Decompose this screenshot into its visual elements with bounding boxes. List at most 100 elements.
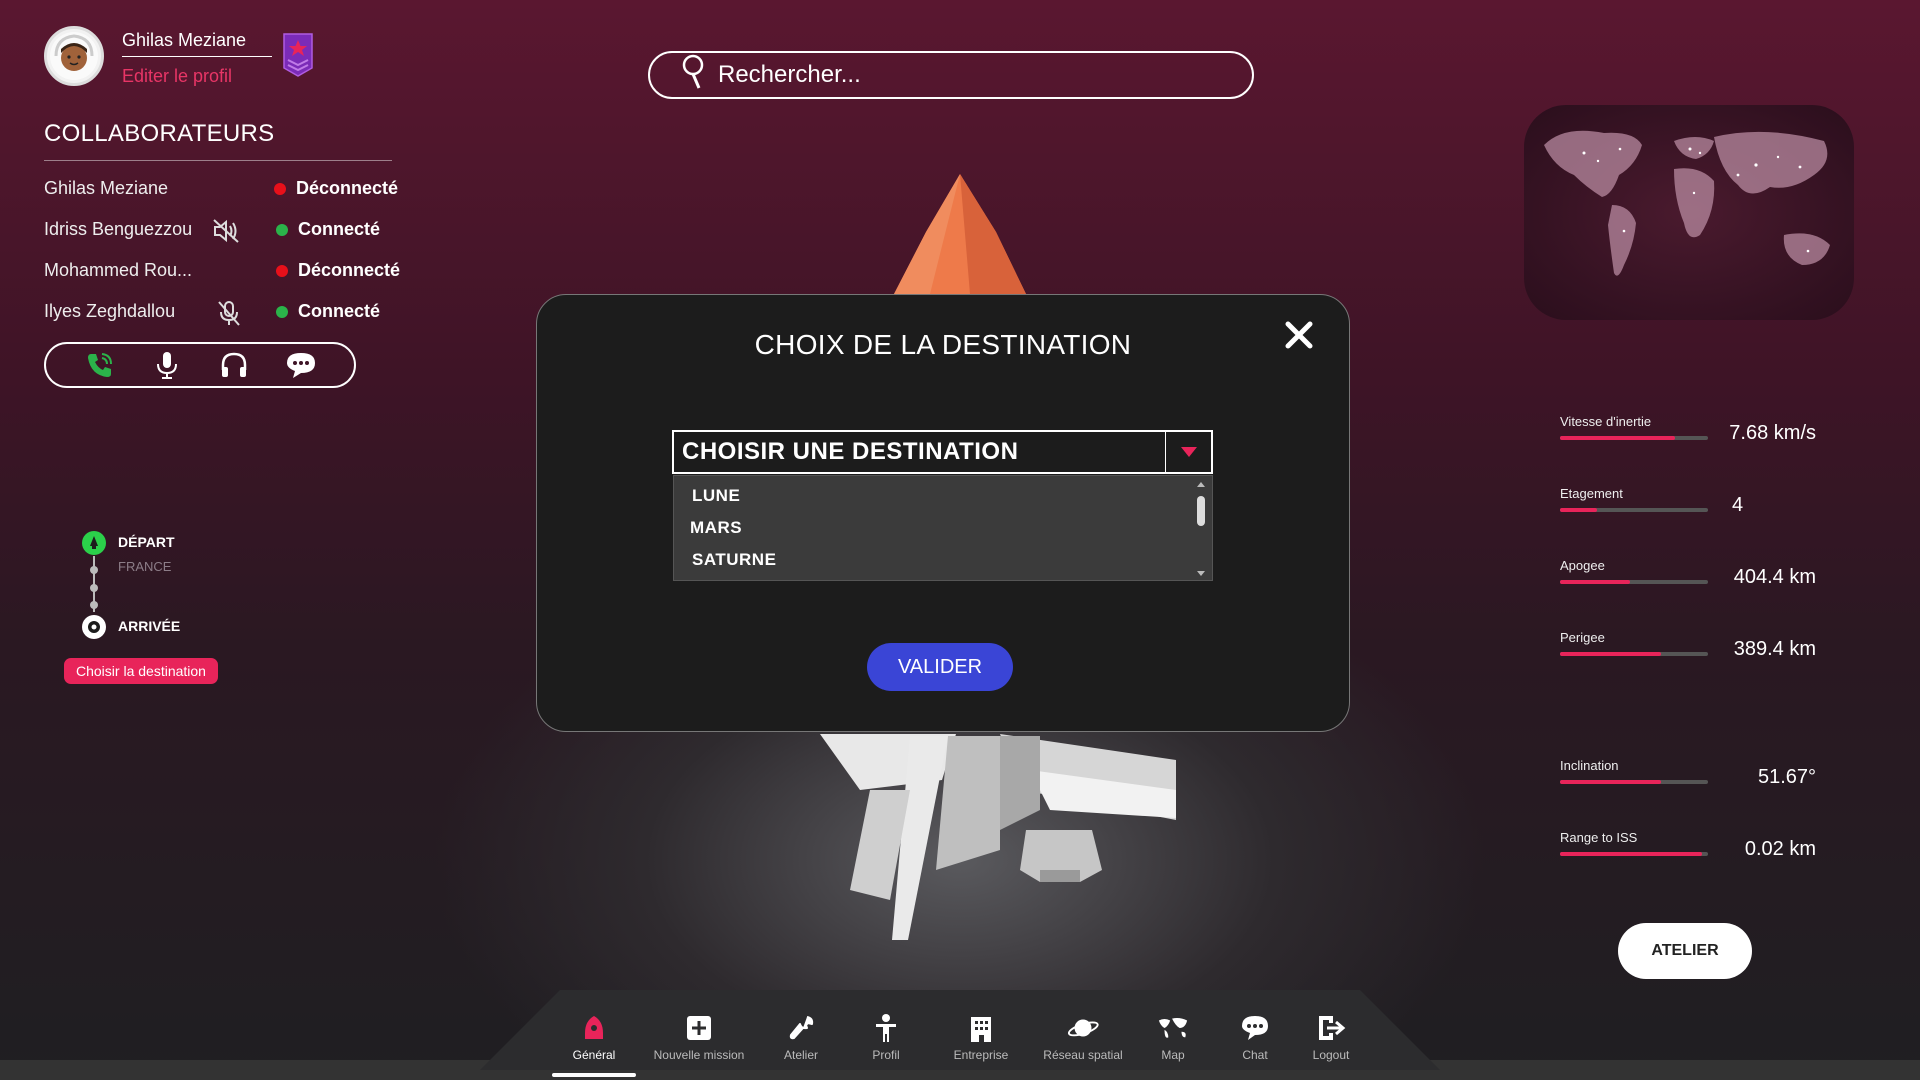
status-text: Déconnecté xyxy=(298,260,401,280)
nav-label: Nouvelle mission xyxy=(653,1048,745,1062)
validate-button[interactable]: VALIDER xyxy=(867,643,1013,691)
nav-label: Entreprise xyxy=(953,1048,1009,1062)
nav-profil[interactable]: Profil xyxy=(836,1012,936,1062)
nav-label: Map xyxy=(1161,1048,1185,1062)
search-bar[interactable]: Rechercher... xyxy=(648,51,1254,99)
status-badge: Connecté xyxy=(276,219,380,240)
chevron-down-icon[interactable] xyxy=(1165,432,1211,472)
arrival-label: ARRIVÉE xyxy=(118,618,181,634)
route-waypoint xyxy=(90,566,98,574)
route-waypoint xyxy=(90,601,98,609)
plus-square-icon xyxy=(683,1012,715,1044)
map-icon xyxy=(1157,1012,1189,1044)
call-controls xyxy=(44,342,356,388)
status-badge: Déconnecté xyxy=(274,178,398,199)
collaborator-name: Mohammed Rou... xyxy=(44,260,193,280)
stat-label: Etagement xyxy=(1560,486,1623,501)
stat-label: Range to ISS xyxy=(1560,830,1638,845)
collaborator-name: Ghilas Meziane xyxy=(44,178,169,198)
nav-label: Atelier xyxy=(783,1048,818,1062)
stat-value: 404.4 km xyxy=(1733,566,1816,588)
destination-select[interactable]: CHOISIR UNE DESTINATION xyxy=(672,430,1213,474)
edit-profile-link[interactable]: Editer le profil xyxy=(122,66,232,87)
nav-label: Réseau spatial xyxy=(1043,1048,1123,1062)
logout-icon xyxy=(1315,1012,1347,1044)
stat-range-iss: Range to ISS 0.02 km xyxy=(1560,830,1840,878)
nav-label: Général xyxy=(572,1048,616,1062)
atelier-button[interactable]: ATELIER xyxy=(1618,923,1752,979)
stat-bar xyxy=(1560,780,1708,784)
option-lune[interactable]: LUNE xyxy=(692,486,740,506)
arrival-icon xyxy=(82,615,106,639)
stat-value: 4 xyxy=(1732,494,1744,516)
wrench-icon xyxy=(785,1012,817,1044)
nav-logout[interactable]: Logout xyxy=(1281,1012,1381,1062)
stat-apogee: Apogee 404.4 km xyxy=(1560,558,1840,606)
collaborator-row[interactable]: Ghilas Meziane Déconnecté xyxy=(44,178,404,204)
search-input[interactable]: Rechercher... xyxy=(718,61,861,89)
collaborator-name: Ilyes Zeghdallou xyxy=(44,301,176,321)
rank-badge-icon xyxy=(282,32,314,78)
search-icon xyxy=(680,53,706,98)
collaborator-row[interactable]: Mohammed Rou... Déconnecté xyxy=(44,260,404,286)
status-text: Connecté xyxy=(298,219,381,239)
stat-etagement: Etagement 4 xyxy=(1560,486,1840,534)
destination-options: LUNE MARS SATURNE xyxy=(673,475,1213,581)
offline-dot-icon xyxy=(274,182,286,195)
stat-vitesse: Vitesse d'inertie 7.68 km/s xyxy=(1560,414,1840,462)
stat-value: 0.02 km xyxy=(1744,838,1816,860)
stat-inclination: Inclination 51.67° xyxy=(1560,758,1840,806)
nav-label: Profil xyxy=(872,1048,900,1062)
building-icon xyxy=(965,1012,997,1044)
status-text: Connecté xyxy=(298,301,381,321)
collaborator-row[interactable]: Ilyes Zeghdallou Connecté xyxy=(44,301,404,327)
collaborator-name: Idriss Benguezzou xyxy=(44,219,193,239)
profile-name: Ghilas Meziane xyxy=(122,30,272,57)
select-value: CHOISIR UNE DESTINATION xyxy=(682,438,1019,465)
microphone-icon[interactable] xyxy=(151,349,183,381)
stat-bar xyxy=(1560,580,1708,584)
close-icon[interactable] xyxy=(1277,313,1321,357)
nav-reseau-spatial[interactable]: Réseau spatial xyxy=(1033,1012,1133,1062)
option-mars[interactable]: MARS xyxy=(690,518,742,538)
departure-icon xyxy=(82,531,106,555)
scrollbar[interactable] xyxy=(1194,480,1208,578)
stat-bar xyxy=(1560,508,1708,512)
stat-label: Perigee xyxy=(1560,630,1605,645)
nav-entreprise[interactable]: Entreprise xyxy=(931,1012,1031,1062)
world-map[interactable] xyxy=(1524,105,1854,320)
option-saturne[interactable]: SATURNE xyxy=(692,550,776,570)
chat-bubble-icon[interactable] xyxy=(285,349,317,381)
nav-new-mission[interactable]: Nouvelle mission xyxy=(649,1012,749,1062)
planet-icon xyxy=(1067,1012,1099,1044)
stat-label: Vitesse d'inertie xyxy=(1560,414,1652,429)
stat-bar xyxy=(1560,436,1708,440)
online-dot-icon xyxy=(276,305,288,318)
stat-value: 51.67° xyxy=(1757,766,1816,788)
mic-muted-icon[interactable] xyxy=(214,299,244,327)
active-tab-indicator xyxy=(552,1073,636,1077)
collaborator-row[interactable]: Idriss Benguezzou Connecté xyxy=(44,219,404,245)
status-badge: Déconnecté xyxy=(276,260,400,281)
stat-perigee: Perigee 389.4 km xyxy=(1560,630,1840,678)
chat-icon xyxy=(1239,1012,1271,1044)
speaker-muted-icon[interactable] xyxy=(212,217,242,245)
online-dot-icon xyxy=(276,223,288,236)
headphones-icon[interactable] xyxy=(218,349,250,381)
departure-label: DÉPART xyxy=(118,534,175,550)
choose-destination-button[interactable]: Choisir la destination xyxy=(64,658,218,684)
avatar[interactable] xyxy=(44,26,104,86)
stat-label: Apogee xyxy=(1560,558,1605,573)
collaborators-title: COLLABORATEURS xyxy=(44,120,392,161)
route-waypoint xyxy=(90,584,98,592)
nav-general[interactable]: Général xyxy=(544,1012,644,1062)
stat-label: Inclination xyxy=(1560,758,1619,773)
status-text: Déconnecté xyxy=(296,178,399,198)
modal-title: CHOIX DE LA DESTINATION xyxy=(754,329,1132,360)
person-icon xyxy=(870,1012,902,1044)
stat-value: 389.4 km xyxy=(1733,638,1816,660)
stat-bar xyxy=(1560,852,1708,856)
phone-icon[interactable] xyxy=(84,349,116,381)
nav-label: Chat xyxy=(1242,1048,1268,1062)
status-badge: Connecté xyxy=(276,301,380,322)
